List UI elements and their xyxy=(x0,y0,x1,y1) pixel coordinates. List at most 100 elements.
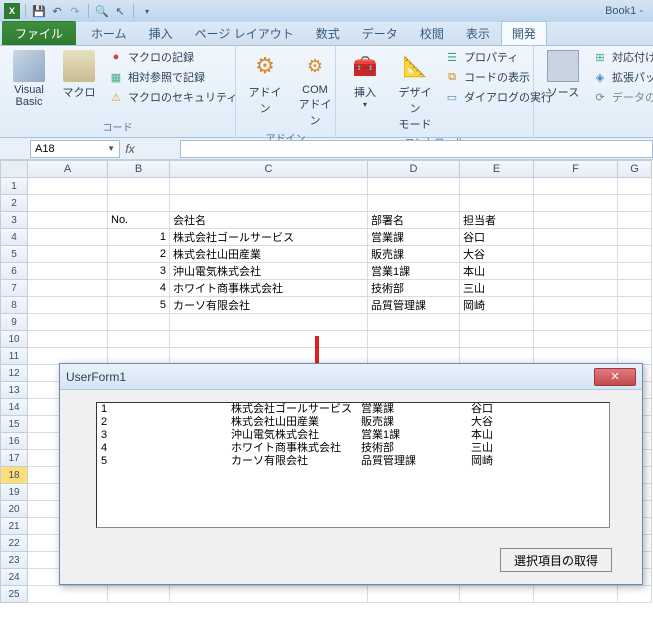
cell[interactable] xyxy=(108,586,170,603)
cell[interactable] xyxy=(108,314,170,331)
cell[interactable]: 担当者 xyxy=(460,212,534,229)
cell[interactable]: 技術部 xyxy=(368,280,460,297)
map-properties-button[interactable]: ⊞対応付け xyxy=(590,48,653,66)
tab-page-layout[interactable]: ページ レイアウト xyxy=(184,21,305,45)
design-mode-button[interactable]: 📐デザイン モード xyxy=(392,48,438,134)
cell[interactable]: 1 xyxy=(108,229,170,246)
tab-home[interactable]: ホーム xyxy=(80,21,138,45)
cell[interactable] xyxy=(618,246,652,263)
row-header[interactable]: 18 xyxy=(0,467,28,484)
cell[interactable] xyxy=(618,178,652,195)
fx-button[interactable]: fx xyxy=(120,142,140,156)
cell[interactable] xyxy=(28,331,108,348)
tab-insert[interactable]: 挿入 xyxy=(138,21,184,45)
save-icon[interactable]: 💾 xyxy=(31,3,47,19)
cell[interactable] xyxy=(368,586,460,603)
cell[interactable]: 品質管理課 xyxy=(368,297,460,314)
cell[interactable]: 3 xyxy=(108,263,170,280)
cell[interactable] xyxy=(534,195,618,212)
cell[interactable]: 会社名 xyxy=(170,212,368,229)
preview-icon[interactable]: 🔍 xyxy=(94,3,110,19)
row-header[interactable]: 11 xyxy=(0,348,28,365)
cell[interactable]: 沖山電気株式会社 xyxy=(170,263,368,280)
macros-button[interactable]: マクロ xyxy=(56,48,102,102)
row-header[interactable]: 17 xyxy=(0,450,28,467)
cell[interactable] xyxy=(618,297,652,314)
cell[interactable] xyxy=(534,229,618,246)
cell[interactable] xyxy=(618,212,652,229)
source-button[interactable]: ソース xyxy=(540,48,586,102)
cell[interactable]: No. xyxy=(108,212,170,229)
cell[interactable] xyxy=(28,212,108,229)
name-box[interactable]: A18▼ xyxy=(30,140,120,158)
column-header[interactable]: C xyxy=(170,160,368,178)
cell[interactable] xyxy=(28,178,108,195)
close-button[interactable]: ✕ xyxy=(594,368,636,386)
cell[interactable] xyxy=(460,178,534,195)
row-header[interactable]: 20 xyxy=(0,501,28,518)
row-header[interactable]: 15 xyxy=(0,416,28,433)
cell[interactable] xyxy=(618,195,652,212)
cell[interactable]: 大谷 xyxy=(460,246,534,263)
cell[interactable] xyxy=(618,280,652,297)
cell[interactable]: 三山 xyxy=(460,280,534,297)
row-header[interactable]: 13 xyxy=(0,382,28,399)
cell[interactable] xyxy=(534,586,618,603)
cell[interactable]: ホワイト商事株式会社 xyxy=(170,280,368,297)
cell[interactable] xyxy=(534,246,618,263)
cell[interactable] xyxy=(368,195,460,212)
get-selection-button[interactable]: 選択項目の取得 xyxy=(500,548,612,572)
row-header[interactable]: 24 xyxy=(0,569,28,586)
column-header[interactable]: B xyxy=(108,160,170,178)
expansion-packs-button[interactable]: ◈拡張パック xyxy=(590,68,653,86)
row-header[interactable]: 25 xyxy=(0,586,28,603)
tab-data[interactable]: データ xyxy=(351,21,409,45)
com-addins-button[interactable]: ⚙COM アドイン xyxy=(292,48,338,130)
cell[interactable]: 販売課 xyxy=(368,246,460,263)
cell[interactable] xyxy=(108,195,170,212)
cell[interactable] xyxy=(618,586,652,603)
row-header[interactable]: 5 xyxy=(0,246,28,263)
cell[interactable] xyxy=(170,314,368,331)
cell[interactable] xyxy=(534,314,618,331)
chevron-down-icon[interactable]: ▼ xyxy=(107,144,115,153)
cell[interactable] xyxy=(170,195,368,212)
cell[interactable] xyxy=(28,195,108,212)
cell[interactable] xyxy=(534,280,618,297)
cell[interactable] xyxy=(28,314,108,331)
cell[interactable] xyxy=(28,280,108,297)
row-header[interactable]: 19 xyxy=(0,484,28,501)
cell[interactable]: 谷口 xyxy=(460,229,534,246)
cell[interactable] xyxy=(460,314,534,331)
cell[interactable]: 4 xyxy=(108,280,170,297)
cell[interactable] xyxy=(618,263,652,280)
qat-dropdown-icon[interactable]: ▾ xyxy=(139,3,155,19)
cell[interactable] xyxy=(618,331,652,348)
cell[interactable]: 部署名 xyxy=(368,212,460,229)
cell[interactable]: 岡崎 xyxy=(460,297,534,314)
cell[interactable] xyxy=(28,297,108,314)
refresh-data-button[interactable]: ⟳データの更 xyxy=(590,88,653,106)
column-header[interactable]: A xyxy=(28,160,108,178)
row-header[interactable]: 9 xyxy=(0,314,28,331)
cell[interactable] xyxy=(534,178,618,195)
listbox[interactable]: 1株式会社ゴールサービス営業課谷口2株式会社山田産業販売課大谷3沖山電気株式会社… xyxy=(96,402,610,528)
cell[interactable] xyxy=(28,229,108,246)
cell[interactable]: 2 xyxy=(108,246,170,263)
pointer-icon[interactable]: ↖ xyxy=(112,3,128,19)
cell[interactable] xyxy=(534,212,618,229)
select-all-corner[interactable] xyxy=(0,160,28,178)
relative-reference-button[interactable]: ▦相対参照で記録 xyxy=(106,68,239,86)
cell[interactable] xyxy=(368,178,460,195)
cell[interactable] xyxy=(170,586,368,603)
row-header[interactable]: 8 xyxy=(0,297,28,314)
cell[interactable] xyxy=(368,314,460,331)
addins-button[interactable]: ⚙アドイン xyxy=(242,48,288,118)
cell[interactable] xyxy=(28,586,108,603)
row-header[interactable]: 22 xyxy=(0,535,28,552)
formula-input[interactable] xyxy=(180,140,653,158)
cell[interactable]: 5 xyxy=(108,297,170,314)
cell[interactable] xyxy=(170,331,368,348)
row-header[interactable]: 21 xyxy=(0,518,28,535)
cell[interactable]: 株式会社ゴールサービス xyxy=(170,229,368,246)
